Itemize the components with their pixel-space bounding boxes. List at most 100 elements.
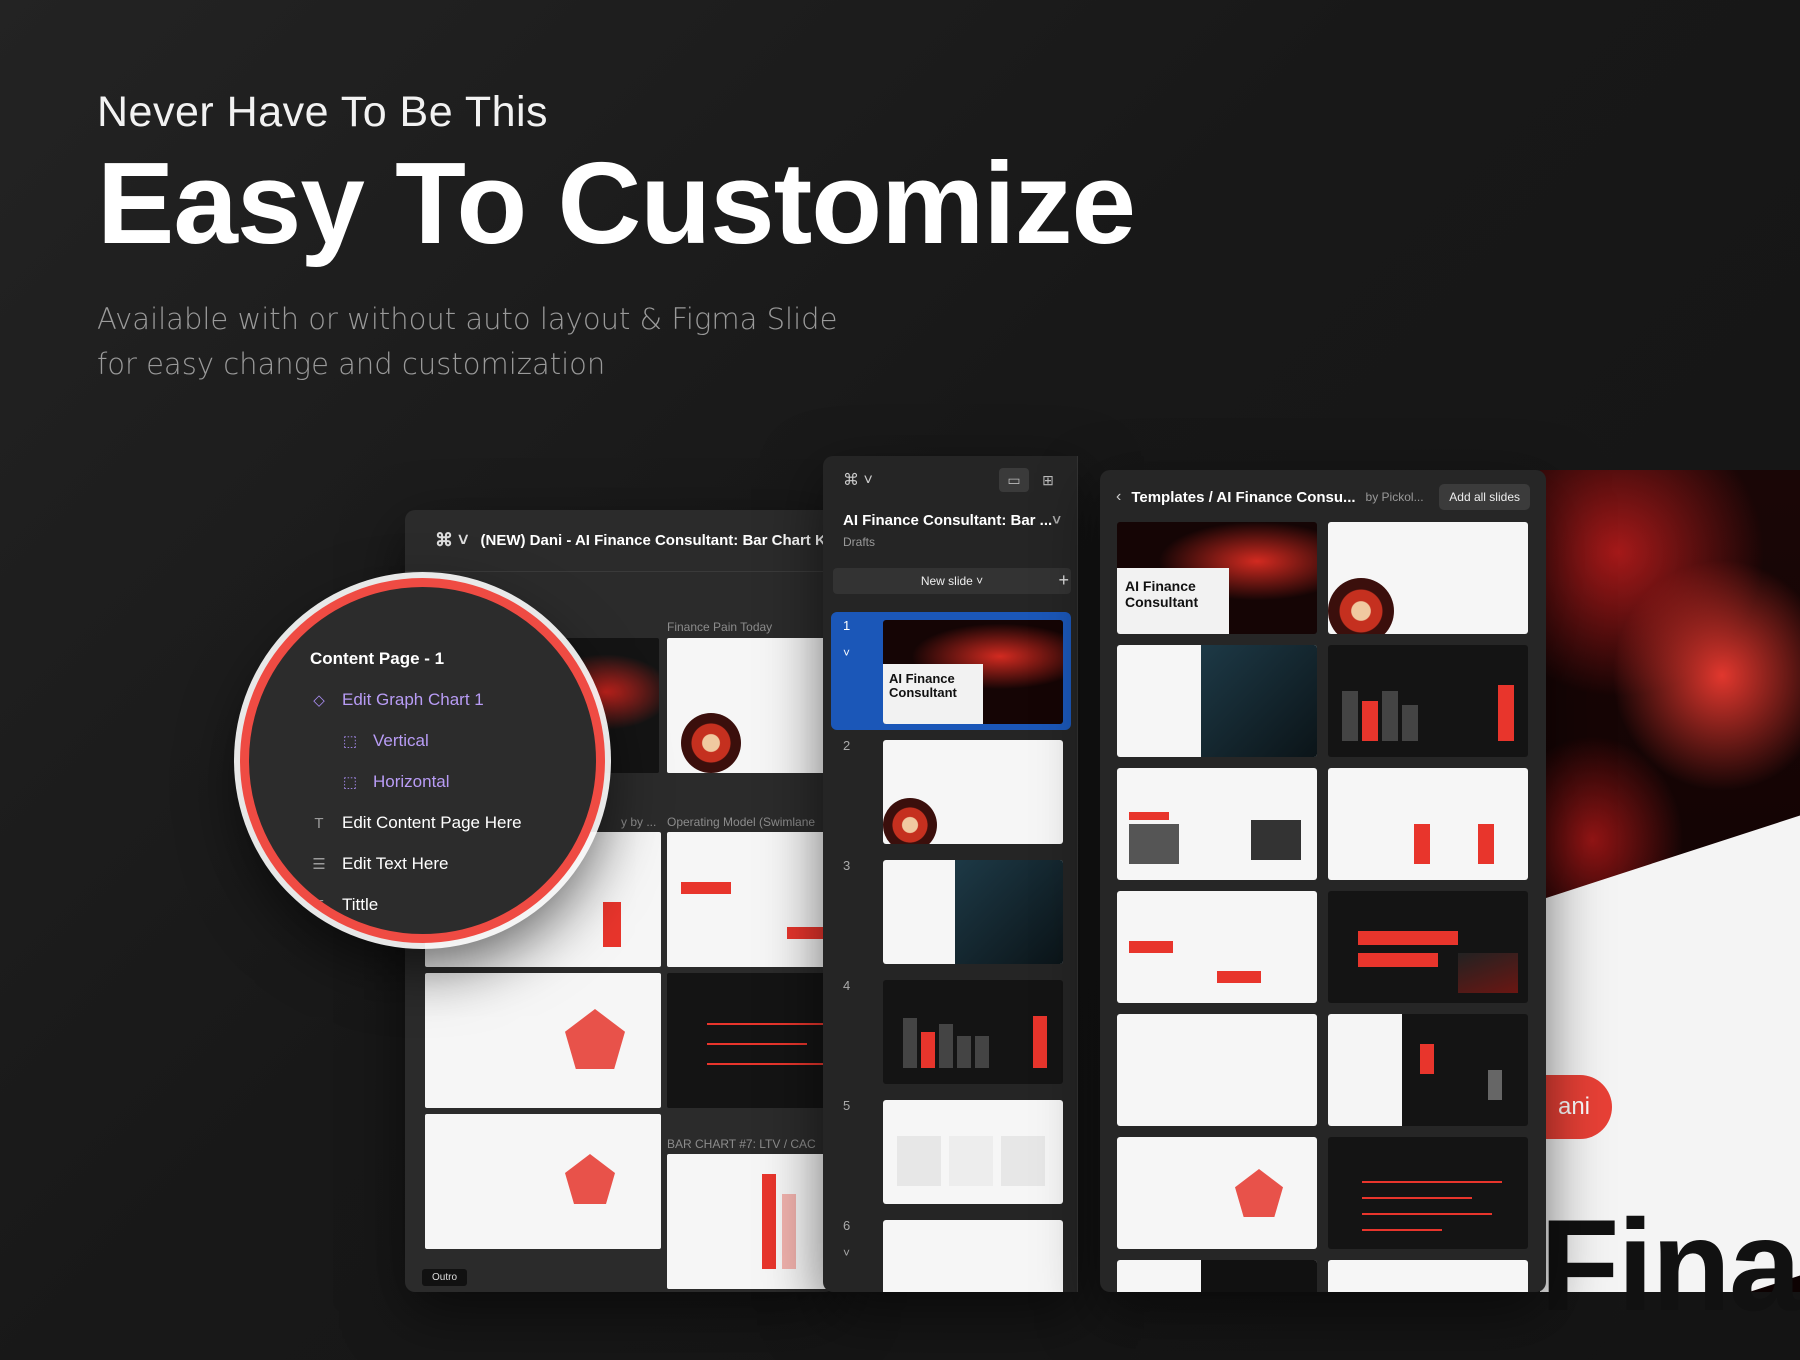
slide-thumb-finance-pain[interactable] [667, 638, 835, 773]
hero-subtitle-line-2: for easy change and customization [97, 347, 606, 381]
bar-mark [603, 902, 621, 947]
swimlane-bar [1217, 971, 1261, 983]
frame-label-finance-pain: Finance Pain Today [667, 620, 773, 634]
progress-line [1362, 1197, 1472, 1199]
chevron-down-icon: ˅ [843, 646, 851, 660]
bar-mark [762, 1174, 776, 1269]
template-thumb-operating[interactable] [1117, 891, 1317, 1003]
slide-item-5[interactable]: 5 [831, 1092, 1071, 1210]
slide-item-6[interactable]: 6 ˅ [831, 1212, 1071, 1292]
cover-pill-text: ani [1557, 1093, 1590, 1120]
add-all-slides-button[interactable]: Add all slides [1439, 484, 1530, 510]
frame-icon: ⬚ [342, 733, 358, 750]
slide-item-2[interactable]: 2 [831, 732, 1071, 850]
template-thumb-objectives-lines[interactable] [1328, 1137, 1528, 1249]
templates-author: by Pickol... [1365, 490, 1424, 504]
swimlane-bar [787, 927, 827, 939]
slides-panel: ⌘ ˅ ▭ ⊞ AI Finance Consultant: Bar ... ˅… [823, 456, 1078, 1292]
progress-line [707, 1043, 807, 1045]
frame-label-bar-chart-7: BAR CHART #7: LTV / CAC [667, 1137, 816, 1151]
slide-thumb-objectives[interactable] [667, 973, 835, 1108]
cover-title-box: AI Finance Consultant [883, 664, 983, 724]
template-thumb-partial-1[interactable] [1117, 1260, 1317, 1292]
radar-shape [1235, 1169, 1283, 1217]
template-thumb-finance-pain[interactable] [1328, 522, 1528, 634]
deck-name: AI Finance Consultant: Bar ... [843, 512, 1053, 529]
progress-line [707, 1063, 827, 1065]
add-slide-icon[interactable]: + [1058, 570, 1069, 591]
stat-card [1458, 953, 1518, 993]
template-thumb-vr[interactable] [1117, 645, 1317, 757]
grid-view-icon[interactable]: ⊞ [1033, 468, 1063, 492]
bar-mark [1414, 824, 1430, 864]
slide-number: 6 [843, 1218, 851, 1233]
templates-header: ‹ Templates / AI Finance Consu... by Pic… [1100, 470, 1546, 524]
figma-menu-icon[interactable]: ⌘ ˅ [843, 470, 873, 490]
template-thumb-time-to-close[interactable] [1328, 891, 1528, 1003]
slide-number: 1 [843, 618, 851, 633]
template-thumb-data-quality[interactable] [1117, 1137, 1317, 1249]
layer-vertical[interactable]: ⬚ Vertical [341, 731, 429, 751]
template-thumb-forecast[interactable] [1328, 768, 1528, 880]
bar-mark [1488, 1070, 1502, 1100]
frame-icon: ⬚ [342, 774, 358, 791]
progress-line [1362, 1213, 1492, 1215]
layer-label: Edit Content Page Here [342, 813, 522, 832]
swimlane-bar [681, 882, 731, 894]
bar-mark [782, 1194, 796, 1269]
slide-item-3[interactable]: 3 [831, 852, 1071, 970]
layer-edit-content-page[interactable]: T Edit Content Page Here [310, 813, 522, 833]
deck-name-row[interactable]: AI Finance Consultant: Bar ... ˅ [823, 504, 1077, 529]
bar-mark [1382, 691, 1398, 741]
wheel-graphic [1328, 578, 1394, 634]
bar-mark [1420, 1044, 1434, 1074]
wheel-graphic [681, 713, 741, 773]
template-thumb-seasonality[interactable] [1328, 1014, 1528, 1126]
slide-item-4[interactable]: 4 [831, 972, 1071, 1090]
template-thumb-cover[interactable]: AI Finance Consultant [1117, 522, 1317, 634]
single-view-icon[interactable]: ▭ [999, 468, 1029, 492]
layer-edit-graph-chart[interactable]: ◇ Edit Graph Chart 1 [310, 690, 484, 710]
cover-title-2: Consultant [889, 685, 957, 700]
chevron-down-icon: ˅ [1052, 512, 1061, 529]
slide-thumb-anomaly[interactable] [425, 1114, 661, 1249]
highlight-bar [1129, 812, 1169, 820]
hero: Never Have To Be This Easy To Customize … [97, 88, 1136, 387]
slide-thumb-ltv-cac[interactable] [667, 1154, 835, 1289]
card [949, 1136, 993, 1186]
layer-tittle[interactable]: T Tittle [310, 895, 378, 915]
frame-label-operating-model: Operating Model (Swimlane [667, 815, 816, 829]
slide-number: 5 [843, 1098, 851, 1113]
slide-thumb-swimlane[interactable] [667, 832, 835, 967]
layers-magnifier: Content Page - 1 ◇ Edit Graph Chart 1 ⬚ … [240, 578, 605, 943]
template-thumb-use-case[interactable] [1117, 1014, 1317, 1126]
progress-line [1362, 1229, 1442, 1231]
frame-label-by: y by ... [621, 815, 657, 829]
editor-toolbar: ⌘ ˅ (NEW) Dani - AI Finance Consultant: … [405, 510, 835, 572]
bar-mark [975, 1036, 989, 1068]
hero-kicker: Never Have To Be This [97, 88, 549, 136]
slide-number: 2 [843, 738, 851, 753]
back-chevron-icon[interactable]: ‹ [1116, 488, 1121, 506]
chevron-down-icon: ˅ [843, 1246, 851, 1260]
radar-shape [565, 1009, 625, 1069]
layer-root[interactable]: Content Page - 1 [310, 649, 444, 669]
photo-vr [955, 860, 1063, 964]
timeline-bar [1358, 953, 1438, 967]
figma-menu-icon[interactable]: ⌘ ˅ [435, 530, 469, 551]
new-slide-button[interactable]: New slide ˅ [833, 568, 1071, 594]
slide-thumb [883, 860, 1063, 964]
slide-thumb-data-quality[interactable] [425, 973, 661, 1108]
template-thumb-why-firms[interactable] [1117, 768, 1317, 880]
cover-artwork [1540, 470, 1800, 1292]
file-title[interactable]: (NEW) Dani - AI Finance Consultant: Bar … [481, 532, 835, 549]
bar-mark [1342, 691, 1358, 741]
templates-path[interactable]: Templates / AI Finance Consu... [1131, 489, 1355, 506]
layer-edit-text[interactable]: ☰ Edit Text Here [310, 854, 448, 874]
layer-horizontal[interactable]: ⬚ Horizontal [341, 772, 450, 792]
slide-item-1[interactable]: 1 ˅ AI Finance Consultant [831, 612, 1071, 730]
template-thumb-objectives-bars[interactable] [1328, 645, 1528, 757]
bar-mark [1478, 824, 1494, 864]
template-thumb-partial-2[interactable] [1328, 1260, 1528, 1292]
hero-subtitle: Available with or without auto layout & … [97, 297, 1135, 387]
